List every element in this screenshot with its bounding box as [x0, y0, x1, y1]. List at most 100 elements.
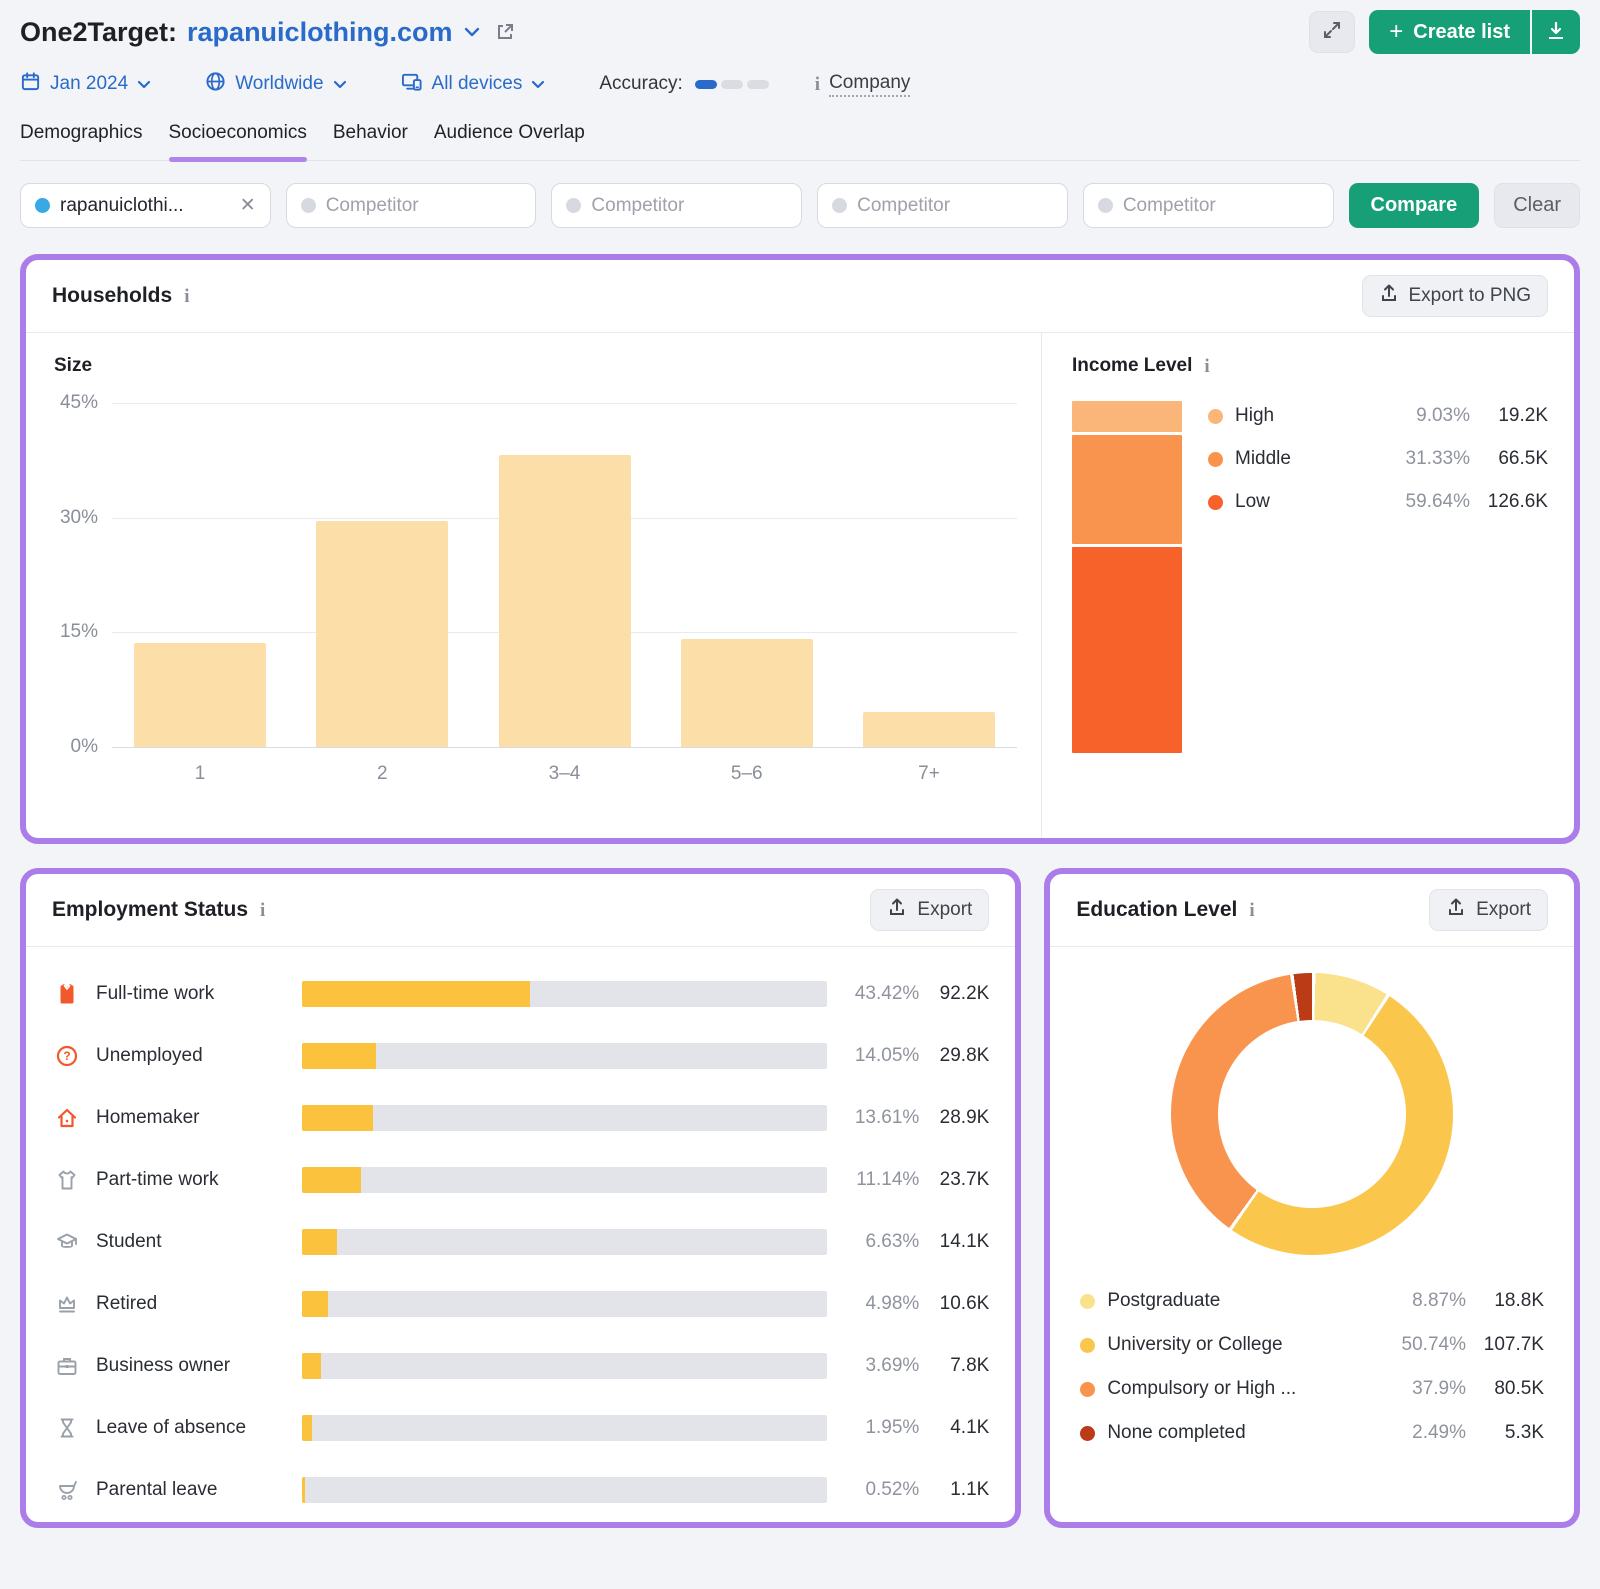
competitor-input-3[interactable]: Competitor: [817, 183, 1068, 228]
legend-count: 18.8K: [1466, 1290, 1544, 1312]
education-donut-wrap: [1050, 973, 1574, 1255]
export-button[interactable]: Export: [1429, 889, 1548, 931]
plus-icon: +: [1389, 20, 1403, 44]
employment-percent: 11.14%: [827, 1169, 919, 1191]
employment-row: Leave of absence 1.95% 4.1K: [54, 1397, 989, 1459]
y-tick: 15%: [60, 621, 98, 643]
competitor-input-4[interactable]: Competitor: [1083, 183, 1334, 228]
employment-count: 28.9K: [919, 1107, 989, 1129]
region-filter[interactable]: Worldwide: [205, 71, 346, 98]
legend-dot: [1080, 1338, 1095, 1353]
clear-button[interactable]: Clear: [1494, 183, 1580, 228]
competitor-input-2[interactable]: Competitor: [551, 183, 802, 228]
employment-label: Parental leave: [96, 1479, 302, 1501]
tab-audience-overlap[interactable]: Audience Overlap: [434, 122, 585, 160]
header-actions: + Create list: [1309, 10, 1580, 54]
size-bar-7plus: [863, 712, 995, 747]
devices-filter[interactable]: All devices: [401, 71, 546, 98]
external-link-icon[interactable]: [495, 22, 515, 42]
chevron-down-icon[interactable]: [463, 26, 481, 38]
tab-demographics[interactable]: Demographics: [20, 122, 143, 160]
legend-row: Middle 31.33% 66.5K: [1208, 448, 1548, 470]
compare-button[interactable]: Compare: [1349, 183, 1480, 228]
employment-count: 1.1K: [919, 1479, 989, 1501]
legend-count: 66.5K: [1470, 448, 1548, 470]
x-tick: 5–6: [681, 763, 813, 785]
employment-bar: [302, 981, 827, 1007]
company-link[interactable]: i Company: [815, 72, 911, 97]
tshirt-icon: [54, 1168, 80, 1192]
employment-count: 14.1K: [919, 1231, 989, 1253]
legend-label: Compulsory or High ...: [1107, 1378, 1374, 1400]
employment-percent: 4.98%: [827, 1293, 919, 1315]
filter-bar: Jan 2024 Worldwide All devices Accuracy:…: [20, 66, 1580, 102]
employment-bar: [302, 1167, 827, 1193]
employment-count: 7.8K: [919, 1355, 989, 1377]
info-icon[interactable]: i: [1204, 357, 1209, 376]
info-icon[interactable]: i: [184, 287, 189, 306]
hourglass-icon: [54, 1416, 80, 1440]
domain-selector[interactable]: rapanuiclothing.com: [187, 17, 453, 48]
date-filter[interactable]: Jan 2024: [20, 71, 151, 98]
households-header: Households i Export to PNG: [26, 260, 1574, 333]
date-filter-label: Jan 2024: [50, 73, 128, 95]
income-segment-middle: [1072, 435, 1182, 543]
legend-label: Postgraduate: [1107, 1290, 1374, 1312]
tab-bar: Demographics Socioeconomics Behavior Aud…: [20, 122, 1580, 161]
crown-icon: [54, 1292, 80, 1316]
employment-label: Unemployed: [96, 1045, 302, 1067]
legend-row: University or College 50.74% 107.7K: [1080, 1323, 1544, 1367]
download-button[interactable]: [1532, 10, 1580, 54]
accuracy-label: Accuracy:: [599, 73, 682, 95]
employment-status-card: Employment Status i Export Full-time wor…: [20, 868, 1021, 1528]
x-tick: 7+: [863, 763, 995, 785]
tab-behavior[interactable]: Behavior: [333, 122, 408, 160]
donut-hole: [1218, 1020, 1406, 1208]
tab-socioeconomics[interactable]: Socioeconomics: [169, 122, 307, 160]
download-icon: [1546, 21, 1566, 44]
competitor-dot: [832, 198, 847, 213]
legend-row: None completed 2.49% 5.3K: [1080, 1411, 1544, 1455]
employment-bar: [302, 1229, 827, 1255]
question-icon: ?: [54, 1044, 80, 1068]
create-list-button[interactable]: + Create list: [1369, 10, 1530, 54]
employment-percent: 43.42%: [827, 983, 919, 1005]
close-icon[interactable]: ✕: [240, 194, 256, 217]
employment-row: Homemaker 13.61% 28.9K: [54, 1087, 989, 1149]
income-segment-low: [1072, 547, 1182, 753]
employment-label: Full-time work: [96, 983, 302, 1005]
competitor-input-1[interactable]: Competitor: [286, 183, 537, 228]
compare-bar: rapanuiclothi... ✕ Competitor Competitor…: [20, 183, 1580, 228]
education-title: Education Level: [1076, 898, 1237, 922]
employment-label: Homemaker: [96, 1107, 302, 1129]
company-label: Company: [829, 72, 910, 97]
income-segment-high: [1072, 401, 1182, 432]
bottom-cards: Employment Status i Export Full-time wor…: [20, 868, 1580, 1528]
upload-icon: [1379, 283, 1399, 309]
legend-count: 19.2K: [1470, 405, 1548, 427]
accuracy-dots: [695, 80, 769, 89]
create-list-label: Create list: [1413, 21, 1510, 44]
export-to-png-button[interactable]: Export to PNG: [1362, 275, 1549, 317]
employment-count: 92.2K: [919, 983, 989, 1005]
legend-percent: 50.74%: [1374, 1334, 1466, 1356]
export-to-png-label: Export to PNG: [1409, 285, 1532, 307]
households-body: Size 45% 30% 15% 0%: [26, 333, 1574, 844]
expand-icon: [1322, 20, 1342, 45]
households-title: Households: [52, 284, 172, 308]
employment-row: ? Unemployed 14.05% 29.8K: [54, 1025, 989, 1087]
info-icon[interactable]: i: [260, 901, 265, 920]
main-domain-chip[interactable]: rapanuiclothi... ✕: [20, 183, 271, 228]
employment-label: Leave of absence: [96, 1417, 302, 1439]
education-legend: Postgraduate 8.87% 18.8K University or C…: [1050, 1255, 1574, 1455]
legend-count: 80.5K: [1466, 1378, 1544, 1400]
legend-count: 126.6K: [1470, 491, 1548, 513]
info-icon[interactable]: i: [1249, 901, 1254, 920]
expand-button[interactable]: [1309, 11, 1355, 53]
size-bar-1: [134, 643, 266, 747]
competitor-dot: [566, 198, 581, 213]
export-button[interactable]: Export: [870, 889, 989, 931]
calendar-icon: [20, 71, 41, 98]
households-card: Households i Export to PNG Size 45% 30% …: [20, 254, 1580, 844]
education-level-card: Education Level i Export Postgraduate: [1044, 868, 1580, 1528]
